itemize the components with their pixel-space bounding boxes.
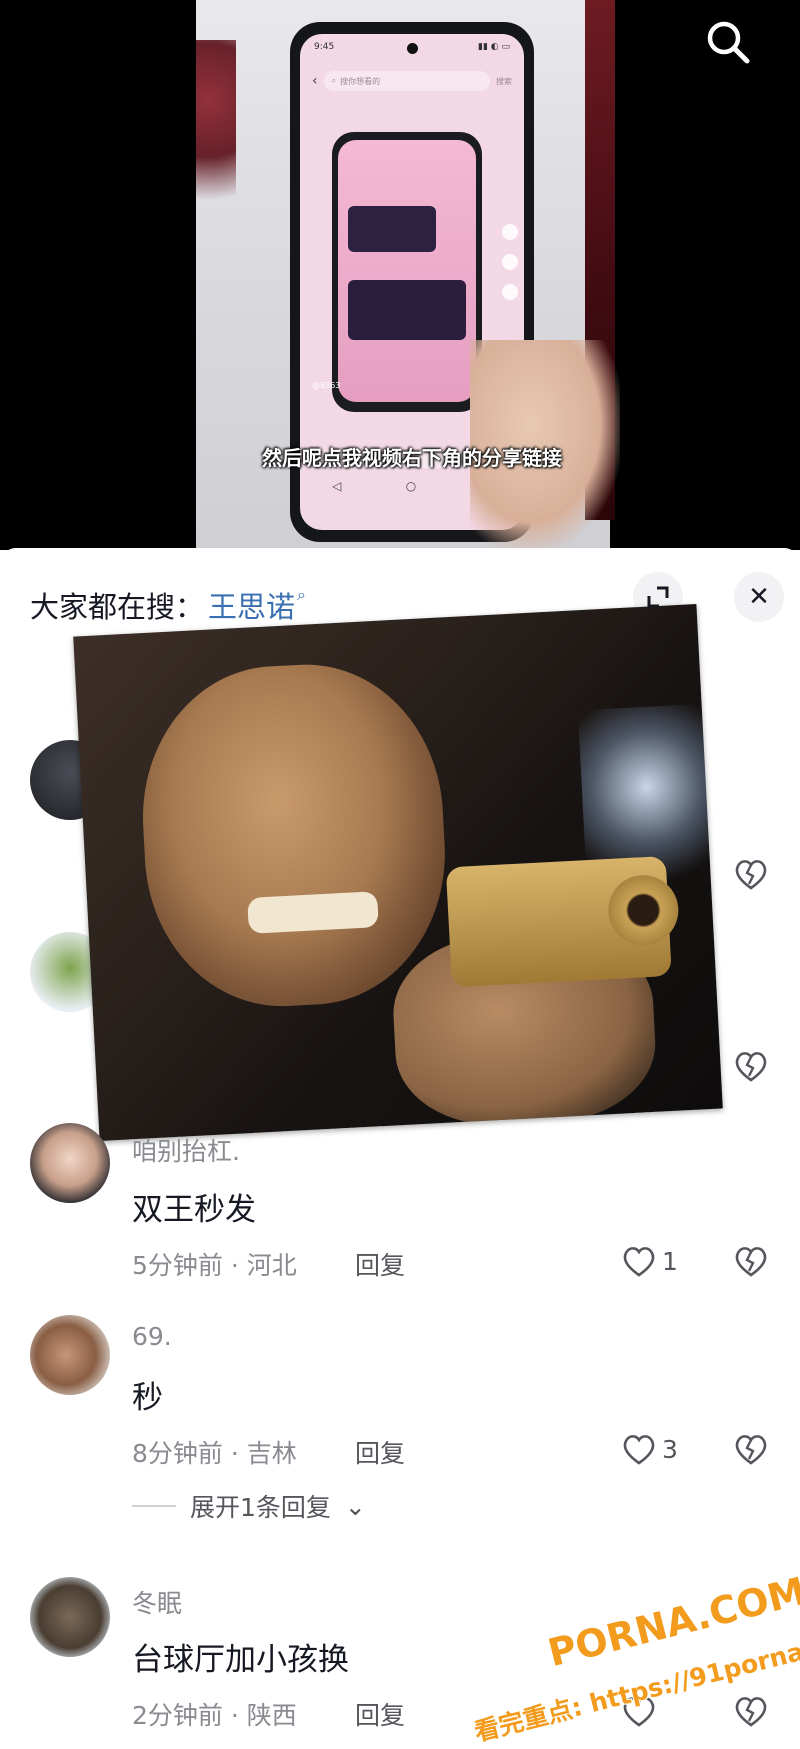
reply-button[interactable]: 回复 — [355, 1696, 405, 1732]
comment-author[interactable]: 69. — [132, 1322, 172, 1351]
expand-replies-button[interactable]: 展开1条回复 ⌄ — [132, 1488, 366, 1524]
reply-button[interactable]: 回复 — [355, 1434, 405, 1470]
dislike-icon[interactable] — [732, 1047, 770, 1085]
trending-term-link[interactable]: 王思诺 — [208, 584, 295, 626]
avatar[interactable] — [30, 1315, 110, 1395]
video-subtitle: 然后呢点我视频右下角的分享链接 — [262, 446, 562, 470]
rose-decoration — [196, 40, 236, 240]
video-thumbnail — [348, 280, 466, 340]
filmed-caption-user: @9363 — [312, 381, 341, 390]
heart-icon — [623, 1435, 655, 1465]
status-icons: ▮▮ ◐ ▭ — [478, 42, 510, 52]
trending-label: 大家都在搜： — [30, 590, 205, 624]
close-icon: ✕ — [748, 582, 770, 612]
teeth — [247, 891, 379, 934]
close-panel-button[interactable]: ✕ — [734, 572, 784, 622]
reply-button[interactable]: 回复 — [355, 1246, 405, 1282]
comment-meta: 8分钟前 · 吉林 — [132, 1439, 297, 1468]
heart-icon — [502, 224, 518, 240]
status-time: 9:45 — [314, 42, 335, 52]
divider — [132, 1505, 176, 1507]
comment-time: 2分钟前 — [132, 1701, 223, 1730]
dislike-icon[interactable] — [732, 855, 770, 893]
filmed-caption: @9363 — [312, 380, 452, 391]
filmed-search-button: 搜索 — [496, 76, 512, 86]
camera-hole — [407, 43, 418, 54]
comment-text: 双王秒发 — [132, 1192, 256, 1228]
dislike-icon[interactable] — [732, 1430, 770, 1468]
comment-text: 台球厅加小孩换 — [132, 1642, 349, 1678]
share-icon — [502, 284, 518, 300]
nested-phone — [332, 132, 482, 412]
chevron-down-icon: ⌄ — [344, 1491, 366, 1521]
like-button[interactable]: 1 — [620, 1242, 678, 1280]
search-icon: ⌕ — [331, 76, 337, 85]
heart-icon — [623, 1247, 655, 1277]
video-player[interactable]: 9:45 ▮▮ ◐ ▭ ‹ ⌕ 搜你想看的 搜索 @9363 发条评论，分享你的… — [0, 0, 800, 550]
comment-meta: 2分钟前 · 陕西 — [132, 1701, 297, 1730]
comment-author[interactable]: 咱别抬杠. — [132, 1132, 240, 1168]
back-arrow-icon: ‹ — [312, 73, 318, 89]
like-count: 1 — [662, 1246, 678, 1276]
like-button[interactable]: 3 — [620, 1430, 678, 1468]
comment-time: 8分钟前 — [132, 1439, 223, 1468]
filmed-search-box: ⌕ 搜你想看的 — [323, 71, 490, 91]
avatar[interactable] — [30, 1577, 110, 1657]
comment-text: 秒 — [132, 1380, 163, 1416]
comment-location: 吉林 — [246, 1439, 297, 1468]
comment-location: 河北 — [246, 1251, 297, 1280]
grinning-face — [135, 657, 453, 1014]
comment-location: 陕西 — [246, 1701, 297, 1730]
meme-image — [73, 604, 723, 1141]
filmed-search-row: ‹ ⌕ 搜你想看的 搜索 — [312, 70, 512, 92]
dislike-icon[interactable] — [732, 1692, 770, 1730]
avatar[interactable] — [30, 1123, 110, 1203]
nav-home-icon: ○ — [405, 479, 417, 493]
expand-replies-label: 展开1条回复 — [190, 1493, 331, 1522]
nav-back-icon: ◁ — [332, 479, 342, 493]
comment-icon — [502, 254, 518, 270]
comment-meta: 5分钟前 · 河北 — [132, 1251, 297, 1280]
video-thumbnail — [348, 206, 436, 252]
nested-phone-screen — [338, 140, 476, 402]
dislike-icon[interactable] — [732, 1242, 770, 1280]
top-search-button[interactable] — [700, 14, 756, 70]
comment-author[interactable]: 冬眠 — [132, 1584, 182, 1620]
search-icon: ⌕ — [297, 585, 306, 604]
trending-search-row: 大家都在搜： 王思诺 ⌕ — [30, 584, 306, 626]
comment-time: 5分钟前 — [132, 1251, 223, 1280]
like-count: 3 — [662, 1434, 678, 1464]
filmed-search-placeholder: 搜你想看的 — [340, 76, 381, 86]
filmed-side-actions — [502, 224, 518, 300]
search-icon — [707, 21, 750, 64]
